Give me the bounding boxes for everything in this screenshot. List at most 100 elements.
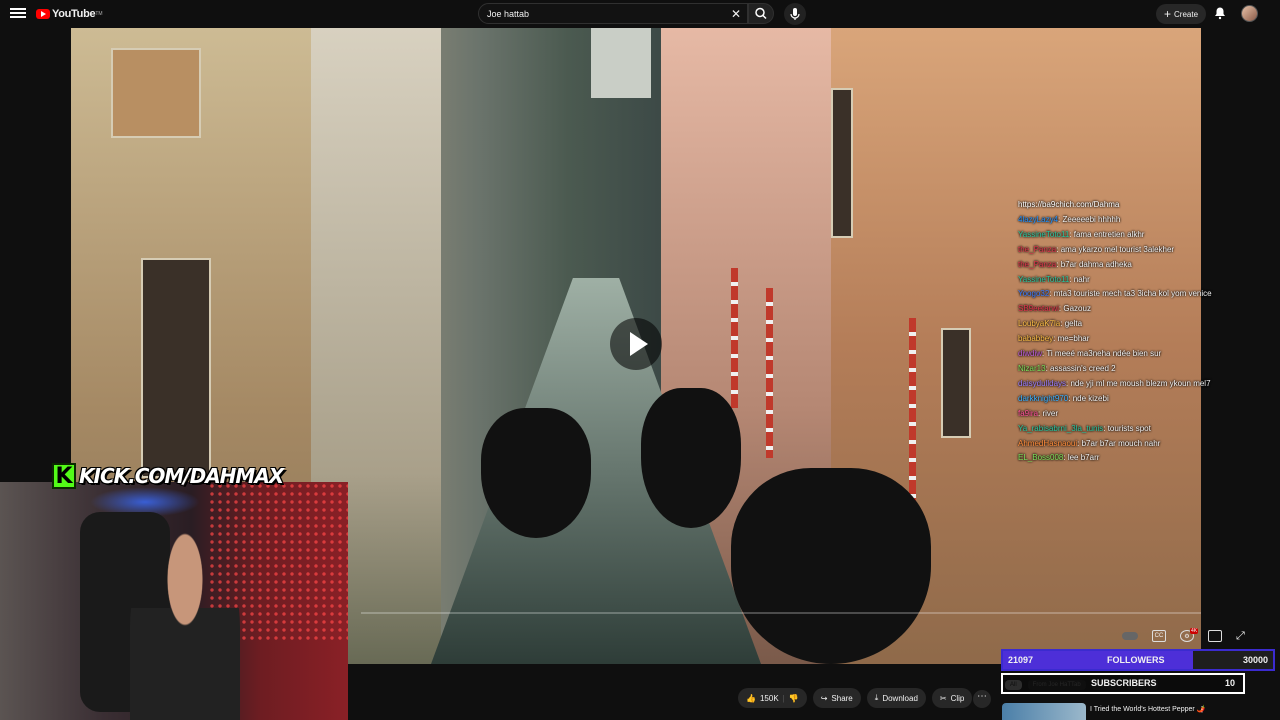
chat-message: bababbey: me=bhar — [1018, 332, 1268, 347]
chat-text: : river — [1038, 408, 1059, 418]
video-gondola — [481, 408, 591, 538]
video-gondola — [731, 468, 931, 664]
scissors-icon: ✂ — [939, 693, 947, 703]
chat-message: the_Panza: b7ar dahma adheka — [1018, 258, 1268, 273]
share-label: Share — [831, 693, 853, 703]
chat-message: the_Panza: ama ykarzo mel tourist 3alekh… — [1018, 243, 1268, 258]
clip-button[interactable]: ✂ Clip — [931, 688, 973, 708]
thumbs-down-icon[interactable]: 👎 — [789, 694, 799, 703]
streamer-webcam — [0, 482, 348, 720]
chat-username: AhmedHasnaoui — [1018, 438, 1078, 448]
chat-username: YassineToto11 — [1018, 274, 1070, 284]
kick-banner: K KICK.COM/DAHMAX — [52, 462, 284, 490]
video-window — [111, 48, 201, 138]
subscribers-goal-bar: SUBSCRIBERS 10 — [1001, 673, 1245, 694]
like-count: 150K — [759, 693, 779, 703]
chat-username: YassineToto11 — [1018, 229, 1070, 239]
subscribers-label: SUBSCRIBERS — [1091, 678, 1157, 688]
chat-username: Nizar13 — [1018, 363, 1046, 373]
chat-message: Yoogo32: mta3 touriste mech ta3 3icha ko… — [1018, 287, 1268, 302]
share-button[interactable]: ↪ Share — [812, 688, 861, 708]
video-window — [141, 258, 211, 478]
quality-badge: 4K — [1190, 628, 1199, 634]
youtube-logo[interactable]: YouTube TM — [36, 8, 103, 20]
chat-text: : mta3 touriste mech ta3 3icha kol yom v… — [1049, 289, 1212, 299]
chat-text: : me=bhar — [1053, 334, 1090, 344]
chat-username: the_Panza — [1018, 244, 1057, 254]
share-icon: ↪ — [820, 693, 828, 703]
recommended-title[interactable]: I Tried the World's Hottest Pepper 🌶️ — [1090, 705, 1210, 714]
fullscreen-icon[interactable]: ⤢ — [1236, 630, 1250, 642]
chat-message: daisydulldays: nde yji ml me moush blezm… — [1018, 377, 1268, 392]
chat-message: YassineToto11: nahr — [1018, 273, 1268, 288]
top-bar: YouTube TM Joe hattab ✕ + Create — [0, 0, 1280, 28]
chat-text: : lee b7arr — [1063, 453, 1100, 463]
chat-message: YassineToto11: fama entretien alkhr — [1018, 228, 1268, 243]
create-label: Create — [1174, 9, 1199, 19]
player-controls: CC ⚙ ⤢ — [1122, 630, 1250, 642]
clear-search-icon[interactable]: ✕ — [731, 7, 741, 21]
search-button[interactable] — [748, 3, 774, 24]
chat-text: : fama entretien alkhr — [1069, 229, 1145, 239]
download-icon: ⤓ — [874, 693, 879, 702]
chat-username: diwdiw — [1018, 349, 1043, 359]
chat-message: AhmedHasnaoui: b7ar b7ar mouch nahr — [1018, 437, 1268, 452]
logo-text: YouTube — [52, 8, 96, 20]
search-input[interactable]: Joe hattab ✕ — [478, 3, 748, 24]
subscribers-count: 10 — [1224, 678, 1235, 688]
play-button[interactable] — [610, 318, 662, 370]
autoplay-toggle[interactable] — [1122, 632, 1138, 640]
create-button[interactable]: + Create — [1156, 4, 1206, 24]
chat-username: bababbey — [1018, 334, 1054, 344]
thumbs-up-icon: 👍 — [746, 693, 756, 703]
chat-message: Nizar13: assassin's creed 2 — [1018, 362, 1268, 377]
clip-label: Clip — [950, 693, 965, 703]
chat-text: : gelta — [1060, 319, 1083, 329]
followers-label: FOLLOWERS — [1107, 655, 1165, 665]
followers-count: 21097 — [1008, 655, 1034, 665]
chat-message: LoubyaK7la: gelta — [1018, 317, 1268, 332]
recommended-video[interactable]: I Tried the World's Hottest Pepper 🌶️ ⋮ — [1002, 703, 1280, 720]
chat-username: 4lazyLazy4 — [1018, 214, 1059, 224]
chat-message: Ya_rabisabrni_3la_tunis: tourists spot — [1018, 422, 1268, 437]
kick-url: KICK.COM/DAHMAX — [79, 464, 284, 488]
chat-username: daisydulldays — [1018, 378, 1067, 388]
notifications-bell-icon[interactable] — [1213, 6, 1227, 20]
video-window — [941, 328, 971, 438]
more-actions-button[interactable]: ⋯ — [973, 690, 991, 708]
progress-bar[interactable] — [361, 612, 1201, 614]
plus-icon: + — [1163, 7, 1171, 21]
chat-text: : nahr — [1069, 274, 1090, 284]
recommended-thumbnail[interactable] — [1002, 703, 1086, 720]
chat-message: diwdiw: Ti meeé ma3neha ndée bien sur — [1018, 347, 1268, 362]
voice-search-button[interactable] — [784, 3, 806, 25]
mic-icon — [790, 8, 800, 20]
menu-icon[interactable] — [10, 6, 26, 22]
download-button[interactable]: ⤓ Download — [866, 688, 926, 708]
chat-username: Yoogo32 — [1018, 289, 1050, 299]
video-actions: 👍 150K | 👎 ↪ Share ⤓ Download ✂ Clip — [738, 688, 973, 708]
video-sky — [591, 28, 651, 98]
chat-text: : b7ar dahma adheka — [1056, 259, 1132, 269]
chat-text: : Gazouz — [1058, 304, 1091, 314]
chat-username: LoubyaK7la — [1018, 319, 1061, 329]
theater-mode-icon[interactable] — [1208, 630, 1222, 642]
divider: | — [782, 693, 785, 703]
chat-message: https://ba9chich.com/Dahma — [1018, 198, 1268, 213]
chat-text: : tourists spot — [1103, 423, 1151, 433]
chat-text: : nde kizebi — [1068, 393, 1109, 403]
chat-message: fa9ira: river — [1018, 407, 1268, 422]
chat-text: : b7ar b7ar mouch nahr — [1077, 438, 1161, 448]
video-gondola — [641, 388, 741, 528]
video-mooring-pole — [731, 268, 738, 408]
followers-goal-bar: 21097 FOLLOWERS 30000 — [1001, 649, 1275, 671]
logo-tm: TM — [95, 11, 103, 17]
like-button[interactable]: 👍 150K | 👎 — [738, 688, 807, 708]
chat-username: EL_Boss008 — [1018, 453, 1064, 463]
account-avatar[interactable] — [1241, 5, 1258, 22]
chat-text: : assassin's creed 2 — [1045, 363, 1116, 373]
chat-username: SB9eetarwi — [1018, 304, 1059, 314]
more-vert-icon[interactable]: ⋮ — [1198, 705, 1206, 714]
captions-icon[interactable]: CC — [1152, 630, 1166, 642]
chat-message: darkknight970: nde kizebi — [1018, 392, 1268, 407]
